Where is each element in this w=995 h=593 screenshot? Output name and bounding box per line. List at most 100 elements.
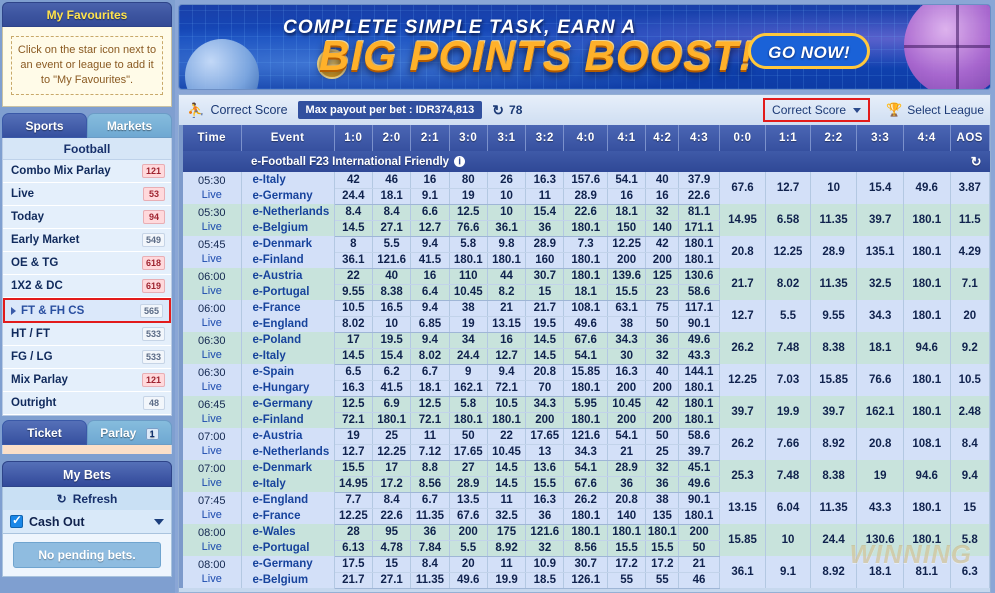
odd-cell-away[interactable]: 200 [645, 412, 680, 429]
odd-cell-home[interactable]: 54.1 [607, 172, 647, 189]
sidebar-item-outright[interactable]: Outright 48 [3, 392, 171, 415]
odd-cell-draw[interactable]: 36.1 [719, 556, 767, 588]
odd-cell-away[interactable]: 180.1 [563, 412, 608, 429]
odd-cell-home[interactable]: 32 [645, 204, 680, 221]
tab-parlay[interactable]: Parlay 1 [87, 420, 172, 445]
odd-cell-home[interactable]: 16 [487, 332, 527, 349]
odd-cell-home[interactable]: 95 [372, 524, 412, 541]
odd-cell-away[interactable]: 180.1 [372, 412, 412, 429]
odd-cell-away[interactable]: 32 [525, 540, 565, 557]
odd-cell-draw[interactable]: 180.1 [903, 524, 951, 556]
odd-cell-home[interactable]: 180.1 [607, 524, 647, 541]
odd-cell-draw[interactable]: 6.58 [765, 204, 811, 236]
odd-cell-draw[interactable]: 180.1 [903, 300, 951, 332]
odd-cell-home[interactable]: 11 [410, 428, 450, 445]
odd-cell-away[interactable]: 16 [607, 188, 647, 205]
odd-cell-away[interactable]: 8.56 [563, 540, 608, 557]
odd-cell-away[interactable]: 9.1 [410, 188, 450, 205]
sidebar-item-ft-fh-cs[interactable]: FT & FH CS 565 [3, 298, 171, 323]
odd-cell-away[interactable]: 50 [645, 316, 680, 333]
odd-cell-draw[interactable]: 8.92 [810, 556, 858, 588]
odd-cell-away[interactable]: 41.5 [372, 380, 412, 397]
odd-cell-home[interactable]: 54.1 [607, 428, 647, 445]
odd-cell-home[interactable]: 144.1 [678, 364, 720, 381]
odd-cell-home[interactable]: 19 [334, 428, 373, 445]
col-event[interactable]: Event [241, 125, 335, 151]
odd-cell-away[interactable]: 41.5 [410, 252, 450, 269]
odd-cell-away[interactable]: 200 [645, 252, 680, 269]
odd-cell-home[interactable]: 180.1 [645, 524, 680, 541]
odd-cell-home[interactable]: 14.5 [525, 332, 565, 349]
odd-cell-home[interactable]: 175 [487, 524, 527, 541]
event-teams[interactable]: e-England e-France [241, 492, 335, 524]
odd-cell-away[interactable]: 16 [645, 188, 680, 205]
odd-cell-home[interactable]: 17.65 [525, 428, 565, 445]
odd-cell-away[interactable]: 15.4 [372, 348, 412, 365]
odd-cell-away[interactable]: 36.1 [334, 252, 373, 269]
odd-cell-home[interactable]: 20.8 [607, 492, 647, 509]
col-4-4[interactable]: 4:4 [903, 125, 951, 151]
odd-cell-draw[interactable]: 14.95 [719, 204, 767, 236]
odd-cell-draw[interactable]: 7.48 [765, 460, 811, 492]
odd-cell-draw[interactable]: 8.92 [810, 428, 858, 460]
odd-cell-home[interactable]: 42 [645, 396, 680, 413]
odd-cell-away[interactable]: 30 [607, 348, 647, 365]
odd-cell-draw[interactable]: 180.1 [903, 492, 951, 524]
odd-cell-draw[interactable]: 94.6 [903, 332, 951, 364]
odd-cell-away[interactable]: 8.92 [487, 540, 527, 557]
cash-out-checkbox[interactable] [10, 513, 23, 528]
odd-cell-away[interactable]: 12.7 [487, 348, 527, 365]
odd-cell-draw[interactable]: 11.35 [810, 268, 858, 300]
odd-cell-draw[interactable]: 9.1 [765, 556, 811, 588]
odd-cell-draw[interactable]: 180.1 [903, 268, 951, 300]
odd-cell-away[interactable]: 67.6 [449, 508, 488, 525]
odd-cell-home[interactable]: 10.45 [607, 396, 647, 413]
odd-cell-home[interactable]: 11 [487, 492, 527, 509]
odd-cell-home[interactable]: 14.5 [487, 460, 527, 477]
odd-cell-draw[interactable]: 24.4 [810, 524, 858, 556]
odd-cell-away[interactable]: 25 [645, 444, 680, 461]
tab-ticket[interactable]: Ticket [2, 420, 87, 445]
odd-cell-home[interactable]: 15.5 [334, 460, 373, 477]
odd-cell-home[interactable]: 26 [487, 172, 527, 189]
odd-cell-home[interactable]: 180.1 [678, 396, 720, 413]
odd-cell-away[interactable]: 24.4 [334, 188, 373, 205]
odd-cell-home[interactable]: 7.3 [563, 236, 608, 253]
odd-cell-home[interactable]: 6.6 [410, 204, 450, 221]
odd-cell-home[interactable]: 5.95 [563, 396, 608, 413]
col-4-1[interactable]: 4:1 [607, 125, 647, 151]
odd-cell-draw[interactable]: 49.6 [903, 172, 951, 204]
odd-cell-away[interactable]: 27.1 [372, 572, 412, 589]
odd-cell-home[interactable]: 40 [645, 172, 680, 189]
odd-cell-away[interactable]: 46 [678, 572, 720, 589]
odd-cell-away[interactable]: 54.1 [563, 348, 608, 365]
odd-cell-draw[interactable]: 39.7 [810, 396, 858, 428]
odd-cell-home[interactable]: 8.4 [410, 556, 450, 573]
odd-cell-draw[interactable]: 19 [856, 460, 904, 492]
odd-cell-away[interactable]: 72.1 [410, 412, 450, 429]
odd-cell-draw[interactable]: 9.4 [950, 460, 990, 492]
odd-cell-home[interactable]: 30.7 [525, 268, 565, 285]
odd-cell-home[interactable]: 9.8 [487, 236, 527, 253]
odd-cell-away[interactable]: 15.5 [607, 284, 647, 301]
odd-cell-home[interactable]: 17.2 [607, 556, 647, 573]
odd-cell-draw[interactable]: 9.55 [810, 300, 858, 332]
odd-cell-away[interactable]: 50 [678, 540, 720, 557]
odd-cell-home[interactable]: 38 [645, 492, 680, 509]
odd-cell-away[interactable]: 180.1 [678, 508, 720, 525]
odd-cell-away[interactable]: 22.6 [678, 188, 720, 205]
odd-cell-home[interactable]: 8.8 [410, 460, 450, 477]
odd-cell-away[interactable]: 14.5 [334, 348, 373, 365]
tab-markets[interactable]: Markets [87, 113, 172, 138]
odd-cell-away[interactable]: 15 [525, 284, 565, 301]
col-aos[interactable]: AOS [950, 125, 990, 151]
odd-cell-away[interactable]: 36 [525, 220, 565, 237]
odd-cell-draw[interactable]: 3.87 [950, 172, 990, 204]
odd-cell-away[interactable]: 11.35 [410, 572, 450, 589]
odd-cell-draw[interactable]: 8.4 [950, 428, 990, 460]
odd-cell-away[interactable]: 6.85 [410, 316, 450, 333]
odd-cell-home[interactable]: 28.9 [525, 236, 565, 253]
odd-cell-home[interactable]: 12.5 [334, 396, 373, 413]
odd-cell-draw[interactable]: 12.25 [719, 364, 767, 396]
sidebar-item-fg-lg[interactable]: FG / LG 533 [3, 346, 171, 369]
